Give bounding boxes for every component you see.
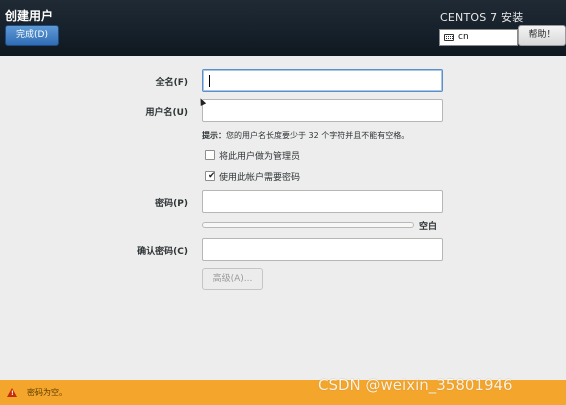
advanced-button[interactable]: 高级(A)... [202,268,263,290]
username-label: 用户名(U) [145,108,188,118]
require-password-checkbox[interactable]: ✔ [205,171,216,181]
password-field[interactable] [202,190,443,213]
username-field[interactable] [202,99,443,122]
fullname-field[interactable] [202,69,443,92]
fullname-label: 全名(F) [155,78,188,88]
status-message[interactable]: 密码为空。 [27,387,67,398]
keyboard-layout-indicator[interactable]: cn [439,29,518,46]
hint-prefix: 提示： [202,131,226,140]
product-title: CENTOS 7 安装 [440,11,524,24]
keyboard-icon [444,34,454,41]
password-strength-bar [202,222,414,228]
check-icon: ✔ [208,171,216,181]
warning-icon: ! [7,388,17,397]
password-strength-label: 空白 [419,222,438,232]
admin-checkbox[interactable] [205,150,215,160]
done-button[interactable]: 完成(D) [5,25,59,46]
confirm-password-field[interactable] [202,238,443,261]
password-label: 密码(P) [155,199,188,209]
admin-checkbox-label: 将此用户做为管理员 [219,152,301,162]
hint-text: 您的用户名长度要少于 32 个字符并且不能有空格。 [226,131,410,140]
username-hint: 提示：您的用户名长度要少于 32 个字符并且不能有空格。 [202,130,409,141]
keyboard-layout-label: cn [458,32,469,42]
watermark: CSDN @weixin_35801946 [318,376,513,394]
header-bar: 创建用户 完成(D) CENTOS 7 安装 cn 帮助！ [0,0,566,56]
text-caret [209,75,210,87]
page-title: 创建用户 [5,9,54,23]
confirm-password-label: 确认密码(C) [137,247,188,257]
help-button[interactable]: 帮助！ [518,25,566,46]
require-password-label: 使用此帐户需要密码 [219,173,301,183]
